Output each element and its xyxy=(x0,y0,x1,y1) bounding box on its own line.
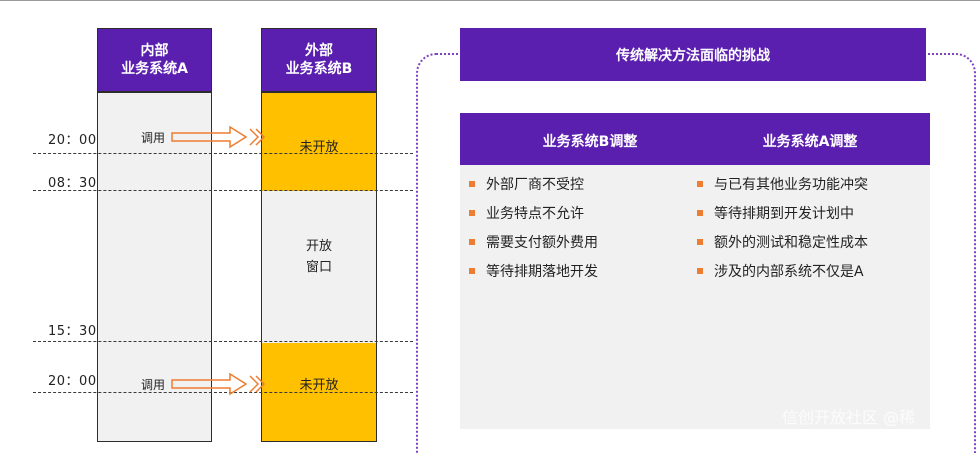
challenges-title: 传统解决方法面临的挑战 xyxy=(616,47,770,64)
system-a-title-line2: 业务系统A xyxy=(121,61,188,77)
system-a-title-line1: 内部 xyxy=(140,43,169,59)
system-b-adjust-header: 业务系统B调整 xyxy=(542,134,638,150)
call-arrow-2 xyxy=(171,372,266,396)
b-item-text: 等待排期落地开发 xyxy=(486,264,598,280)
b-item-3: 需要支付额外费用 xyxy=(469,232,598,252)
open-label-line2: 窗口 xyxy=(305,260,332,275)
time-line-3 xyxy=(33,341,413,342)
bullet-icon xyxy=(469,181,475,187)
bullet-icon xyxy=(469,210,475,216)
time-label-1: 20：00 xyxy=(48,133,97,148)
a-item-1: 与已有其他业务功能冲突 xyxy=(697,174,868,194)
system-a-adjust-header: 业务系统A调整 xyxy=(762,134,858,150)
challenges-title-bar: 传统解决方法面临的挑战 xyxy=(460,28,926,81)
call-label-2: 调用 xyxy=(141,378,166,392)
time-label-4: 20：00 xyxy=(48,374,97,389)
call-label-1: 调用 xyxy=(141,131,166,145)
open-label-line1: 开放 xyxy=(305,239,332,254)
time-line-1 xyxy=(33,153,413,154)
bullet-icon xyxy=(469,239,475,245)
bullet-icon xyxy=(697,268,703,274)
system-b-header: 外部 业务系统B xyxy=(261,28,377,92)
b-item-4: 等待排期落地开发 xyxy=(469,261,598,281)
bullet-icon xyxy=(697,239,703,245)
open-window-label: 开放 窗口 xyxy=(262,236,376,278)
bullet-icon xyxy=(697,210,703,216)
top-divider xyxy=(0,0,980,1)
a-item-2: 等待排期到开发计划中 xyxy=(697,203,854,223)
a-item-4: 涉及的内部系统不仅是A xyxy=(697,261,864,281)
watermark: 信创开放社区 @稀 xyxy=(782,408,916,427)
a-item-3: 额外的测试和稳定性成本 xyxy=(697,232,868,252)
b-item-text: 业务特点不允许 xyxy=(486,206,584,222)
time-line-2 xyxy=(33,190,413,191)
system-a-header: 内部 业务系统A xyxy=(97,28,212,92)
a-item-text: 与已有其他业务功能冲突 xyxy=(714,177,868,193)
a-item-text: 等待排期到开发计划中 xyxy=(714,206,854,222)
system-b-title-line1: 外部 xyxy=(305,43,333,59)
b-item-text: 需要支付额外费用 xyxy=(486,235,598,251)
call-arrow-1 xyxy=(171,125,266,149)
system-b-title-line2: 业务系统B xyxy=(285,61,353,77)
bullet-icon xyxy=(697,181,703,187)
bullet-icon xyxy=(469,268,475,274)
closed-label-2: 未开放 xyxy=(299,378,339,393)
b-item-1: 外部厂商不受控 xyxy=(469,174,584,194)
b-item-2: 业务特点不允许 xyxy=(469,203,584,223)
time-label-2: 08：30 xyxy=(48,176,97,191)
a-item-text: 涉及的内部系统不仅是A xyxy=(714,264,864,280)
a-item-text: 额外的测试和稳定性成本 xyxy=(714,235,868,251)
time-label-3: 15：30 xyxy=(48,324,97,339)
b-item-text: 外部厂商不受控 xyxy=(486,177,584,193)
